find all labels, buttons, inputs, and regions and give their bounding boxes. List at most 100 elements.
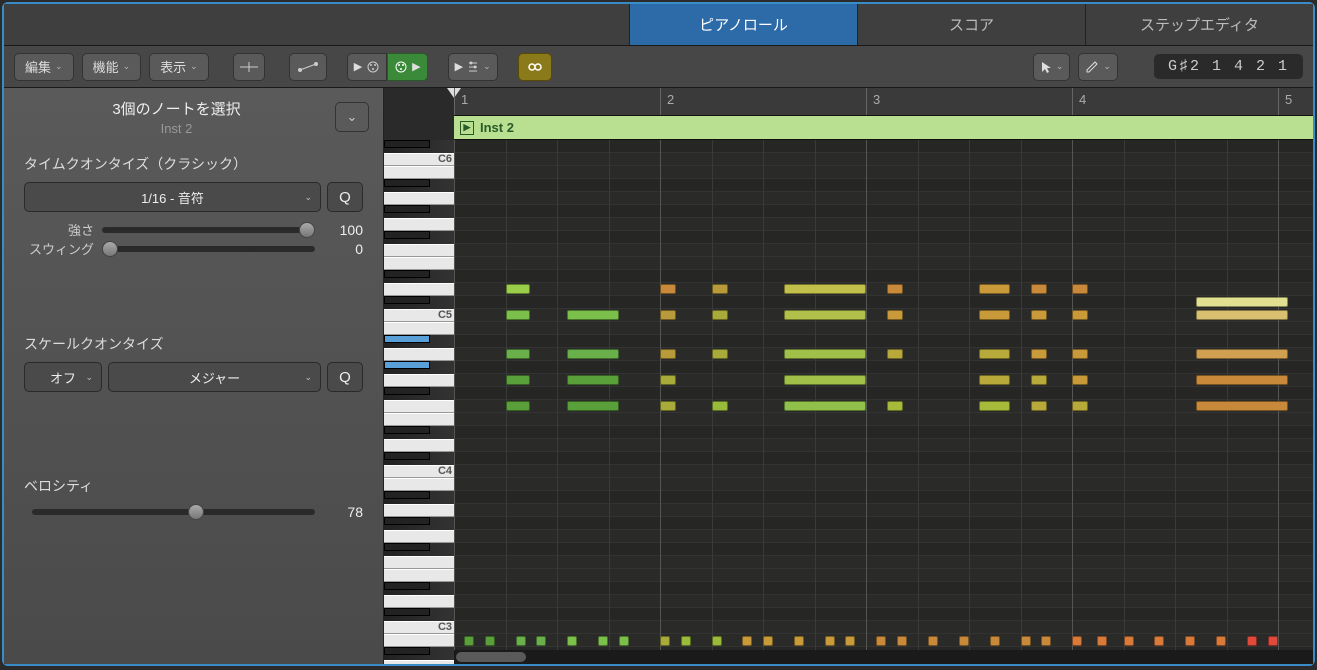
tab-piano-roll[interactable]: ピアノロール <box>629 4 857 45</box>
midi-note[interactable] <box>567 401 619 411</box>
black-key[interactable] <box>384 387 430 395</box>
velocity-marker[interactable] <box>485 636 495 646</box>
velocity-marker[interactable] <box>928 636 938 646</box>
black-key[interactable] <box>384 582 430 590</box>
midi-note[interactable] <box>1072 401 1088 411</box>
white-key[interactable] <box>384 192 454 205</box>
black-key[interactable] <box>384 140 430 148</box>
midi-note[interactable] <box>712 310 728 320</box>
tab-step-editor[interactable]: ステップエディタ <box>1085 4 1313 45</box>
time-quantize-select[interactable]: 1/16 - 音符⌄ <box>24 182 321 212</box>
velocity-marker[interactable] <box>464 636 474 646</box>
white-key[interactable] <box>384 413 454 426</box>
black-key[interactable] <box>384 361 430 369</box>
midi-in-button[interactable]: ▶ <box>347 53 387 81</box>
midi-note[interactable] <box>1072 310 1088 320</box>
midi-note[interactable] <box>712 284 728 294</box>
midi-note[interactable] <box>784 401 866 411</box>
midi-note[interactable] <box>567 349 619 359</box>
scale-quantize-button[interactable]: Q <box>327 362 363 392</box>
black-key[interactable] <box>384 231 430 239</box>
white-key[interactable] <box>384 556 454 569</box>
scale-type-select[interactable]: メジャー⌄ <box>108 362 321 392</box>
white-key[interactable] <box>384 283 454 296</box>
slider-thumb[interactable] <box>102 241 118 257</box>
black-key[interactable] <box>384 491 430 499</box>
functions-menu[interactable]: 機能⌄ <box>82 53 142 81</box>
white-key[interactable] <box>384 322 454 335</box>
slider-thumb[interactable] <box>188 504 204 520</box>
pencil-tool[interactable]: ⌄ <box>1078 53 1118 81</box>
black-key[interactable] <box>384 296 430 304</box>
horizontal-scrollbar[interactable] <box>454 650 1313 664</box>
white-key[interactable] <box>384 530 454 543</box>
midi-note[interactable] <box>1196 310 1289 320</box>
velocity-marker[interactable] <box>1124 636 1134 646</box>
white-key[interactable] <box>384 218 454 231</box>
midi-note[interactable] <box>660 401 676 411</box>
white-key[interactable] <box>384 400 454 413</box>
velocity-marker[interactable] <box>1072 636 1082 646</box>
black-key[interactable] <box>384 608 430 616</box>
velocity-marker[interactable] <box>1097 636 1107 646</box>
midi-note[interactable] <box>506 375 531 385</box>
black-key[interactable] <box>384 205 430 213</box>
white-key[interactable] <box>384 166 454 179</box>
velocity-marker[interactable] <box>1216 636 1226 646</box>
white-key[interactable] <box>384 244 454 257</box>
velocity-marker[interactable] <box>897 636 907 646</box>
white-key[interactable] <box>384 504 454 517</box>
midi-note[interactable] <box>784 375 866 385</box>
slider-thumb[interactable] <box>299 222 315 238</box>
midi-note[interactable] <box>979 284 1010 294</box>
bar-ruler[interactable]: 12345 <box>454 88 1313 116</box>
white-key[interactable] <box>384 660 454 664</box>
region-header[interactable]: ▶ Inst 2 <box>454 116 1313 140</box>
midi-note[interactable] <box>1196 375 1289 385</box>
midi-note[interactable] <box>1196 401 1289 411</box>
black-key[interactable] <box>384 543 430 551</box>
midi-note[interactable] <box>506 349 531 359</box>
velocity-slider[interactable] <box>32 509 315 515</box>
velocity-marker[interactable] <box>1247 636 1257 646</box>
playhead-position[interactable]: G♯2 1 4 2 1 <box>1154 54 1303 79</box>
midi-note[interactable] <box>1072 284 1088 294</box>
velocity-marker[interactable] <box>845 636 855 646</box>
swing-value[interactable]: 0 <box>323 241 363 257</box>
white-key[interactable] <box>384 257 454 270</box>
midi-note[interactable] <box>784 349 866 359</box>
scroll-thumb[interactable] <box>456 652 526 662</box>
velocity-marker[interactable] <box>763 636 773 646</box>
velocity-marker[interactable] <box>1041 636 1051 646</box>
midi-note[interactable] <box>1072 375 1088 385</box>
midi-note[interactable] <box>979 310 1010 320</box>
white-key[interactable] <box>384 478 454 491</box>
midi-note[interactable] <box>1031 401 1047 411</box>
midi-note[interactable] <box>979 349 1010 359</box>
midi-note[interactable] <box>784 310 866 320</box>
velocity-marker[interactable] <box>1268 636 1278 646</box>
midi-note[interactable] <box>660 349 676 359</box>
white-key[interactable] <box>384 348 454 361</box>
edit-menu[interactable]: 編集⌄ <box>14 53 74 81</box>
white-key[interactable] <box>384 595 454 608</box>
view-menu[interactable]: 表示⌄ <box>149 53 209 81</box>
midi-note[interactable] <box>887 349 903 359</box>
velocity-marker[interactable] <box>876 636 886 646</box>
black-key[interactable] <box>384 270 430 278</box>
collapse-button[interactable]: ▶⌄ <box>448 53 498 81</box>
midi-note[interactable] <box>567 375 619 385</box>
velocity-marker[interactable] <box>712 636 722 646</box>
velocity-marker[interactable] <box>742 636 752 646</box>
velocity-marker[interactable] <box>619 636 629 646</box>
midi-note[interactable] <box>506 310 531 320</box>
velocity-marker[interactable] <box>1021 636 1031 646</box>
inspector-disclosure-button[interactable]: ⌄ <box>335 102 369 132</box>
velocity-marker[interactable] <box>567 636 577 646</box>
midi-note[interactable] <box>506 401 531 411</box>
scale-onoff-select[interactable]: オフ⌄ <box>24 362 102 392</box>
midi-note[interactable] <box>887 401 903 411</box>
note-grid[interactable] <box>454 140 1313 664</box>
black-key[interactable] <box>384 179 430 187</box>
pointer-tool[interactable]: ⌄ <box>1033 53 1071 81</box>
